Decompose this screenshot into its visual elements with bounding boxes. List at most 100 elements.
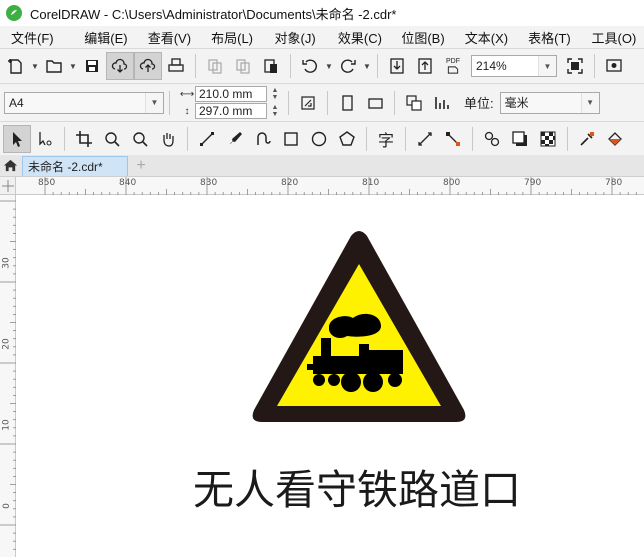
polygon-tool-icon[interactable] [333,125,361,153]
freehand-tool-icon[interactable] [193,125,221,153]
menu-text[interactable]: 文本(X) [454,28,517,47]
zoom-out-tool-icon[interactable] [126,125,154,153]
toolbar-separator [290,54,291,78]
redo-icon[interactable] [334,52,362,80]
menu-object[interactable]: 对象(J) [264,28,327,47]
width-icon: ⟷ [179,88,195,100]
text-tool-glyph: 字 [377,130,394,150]
paste-icon[interactable] [257,52,285,80]
toolbar-separator [169,90,170,115]
toolbox: 字 [0,121,644,155]
ruler-origin[interactable] [0,177,16,195]
title-bar: CorelDRAW - C:\Users\Administrator\Docum… [0,0,644,26]
zoom-level-combo[interactable]: 214% ▼ [471,55,557,77]
menu-effects[interactable]: 效果(C) [327,28,390,47]
open-folder-icon[interactable] [40,52,68,80]
sign-caption: 无人看守铁路道口 [193,466,521,514]
pick-tool-icon[interactable] [3,124,31,153]
home-icon[interactable] [0,154,20,176]
ruler-label: 840 [119,178,137,188]
ruler-label: 780 [605,178,623,188]
cut-icon[interactable] [201,52,229,80]
standard-toolbar: ▼ ▼ ▼ ▼ PDF 214% ▼ [0,48,644,83]
ruler-label: 0 [1,503,12,509]
menu-table[interactable]: 表格(T) [517,28,580,47]
document-tab[interactable]: 未命名 -2.cdr* [22,156,128,176]
toolbar-separator [594,54,595,78]
rectangle-tool-icon[interactable] [277,125,305,153]
menu-edit[interactable]: 编辑(E) [73,28,136,47]
width-spinner-icon[interactable]: ▲ ▼ [267,86,283,102]
export-icon[interactable] [411,52,439,80]
menu-layout[interactable]: 布局(L) [200,28,263,47]
zoom-tool-icon[interactable] [98,125,126,153]
page-width-input[interactable]: 210.0 mm [195,86,267,102]
units-combo[interactable]: 毫米 ▼ [499,91,600,114]
page-dimensions: ⟷ 210.0 mm ▲ ▼ ↕ 297.0 mm ▲ ▼ [179,86,283,119]
chevron-down-icon[interactable]: ▼ [145,92,163,113]
ruler-label: 810 [362,178,380,188]
property-bar: A4 ▼ ⟷ 210.0 mm ▲ ▼ ↕ 297.0 mm ▲ ▼ 单位: 毫米 … [0,83,644,121]
toolbar-separator [567,126,568,151]
portrait-icon[interactable] [333,89,361,117]
zoom-level-value: 214% [476,59,507,73]
new-document-icon[interactable] [2,52,30,80]
chevron-down-icon[interactable]: ▼ [538,56,556,76]
height-spinner-icon[interactable]: ▲ ▼ [267,103,283,119]
toolbar-separator [327,90,328,115]
connector-tool-icon[interactable] [439,125,467,153]
pan-tool-icon[interactable] [154,125,182,153]
all-pages-layout-icon[interactable] [400,89,428,117]
full-screen-preview-icon[interactable] [561,52,589,80]
crop-tool-icon[interactable] [70,125,98,153]
railway-crossing-warning-sign[interactable] [251,230,467,428]
units-label: 单位: [464,96,494,111]
drawing-canvas[interactable]: 无人看守铁路道口 [17,196,644,557]
ruler-label: 30 [1,257,12,269]
import-icon[interactable] [383,52,411,80]
transparency-tool-icon[interactable] [534,125,562,153]
ellipse-tool-icon[interactable] [305,125,333,153]
redo-dropdown-icon[interactable]: ▼ [362,62,372,71]
undo-icon[interactable] [296,52,324,80]
page-height-input[interactable]: 297.0 mm [195,103,267,119]
toolbar-separator [187,126,188,151]
toolbar-separator [288,90,289,115]
toolbar-separator [195,54,196,78]
landscape-icon[interactable] [361,89,389,117]
blend-tool-icon[interactable] [478,125,506,153]
menu-tools[interactable]: 工具(O) [581,28,644,47]
all-pages-icon[interactable] [294,89,322,117]
app-launcher-icon[interactable] [600,52,628,80]
ruler-label: 790 [524,178,542,188]
drop-shadow-tool-icon[interactable] [506,125,534,153]
menu-file[interactable]: 文件(F) [0,28,73,47]
current-page-layout-icon[interactable] [428,89,456,117]
interactive-fill-tool-icon[interactable] [601,125,629,153]
print-icon[interactable] [162,52,190,80]
save-icon[interactable] [78,52,106,80]
chevron-down-icon[interactable]: ▼ [580,92,599,113]
bezier-tool-icon[interactable] [249,125,277,153]
horizontal-ruler[interactable]: 850 840 830 820 810 800 790 780 [16,177,644,195]
menu-view[interactable]: 查看(V) [137,28,200,47]
undo-dropdown-icon[interactable]: ▼ [324,62,334,71]
open-dropdown-icon[interactable]: ▼ [68,62,78,71]
text-tool-icon[interactable]: 字 [372,125,400,153]
shape-tool-icon[interactable] [31,125,59,153]
vertical-ruler[interactable]: 30 20 10 0 [0,195,16,557]
eyedropper-tool-icon[interactable] [573,125,601,153]
artistic-media-tool-icon[interactable] [221,125,249,153]
cloud-upload-icon[interactable] [134,52,162,80]
page-size-value: A4 [9,95,24,110]
publish-pdf-icon[interactable]: PDF [439,52,467,80]
page-size-combo[interactable]: A4 ▼ [4,91,164,114]
toolbar-separator [64,126,65,151]
cloud-download-icon[interactable] [106,52,134,80]
dimension-tool-icon[interactable] [411,125,439,153]
new-document-dropdown-icon[interactable]: ▼ [30,62,40,71]
menu-bitmaps[interactable]: 位图(B) [390,28,453,47]
add-tab-icon[interactable]: + [130,156,152,176]
toolbar-separator [394,90,395,115]
copy-icon[interactable] [229,52,257,80]
